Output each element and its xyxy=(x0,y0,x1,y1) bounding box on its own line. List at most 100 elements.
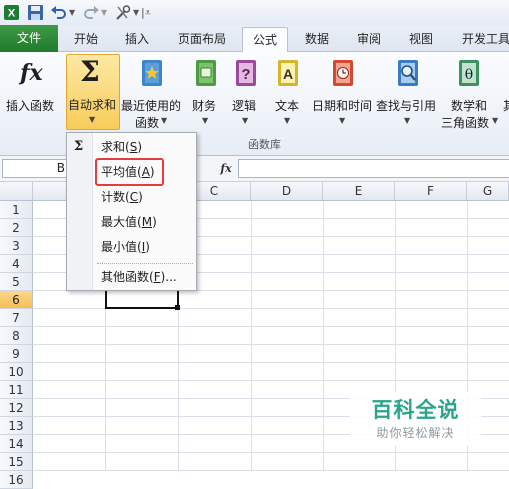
book-money-icon xyxy=(196,60,216,86)
math-trig-dropdown-icon: ▼ xyxy=(492,116,499,125)
math-trig-button[interactable]: θ 数学和 三角函数 ▼ xyxy=(440,56,498,132)
column-header-d[interactable]: D xyxy=(251,182,323,201)
count-shortcut: C xyxy=(129,190,139,204)
row-header-8[interactable]: 8 xyxy=(0,327,33,345)
svg-text:A: A xyxy=(283,66,293,82)
tab-view[interactable]: 视图 xyxy=(401,27,441,52)
gridline xyxy=(33,362,509,363)
save-icon[interactable] xyxy=(27,4,44,21)
gridline xyxy=(33,380,509,381)
financial-dropdown-icon: ▼ xyxy=(202,116,209,125)
menu-item-sum[interactable]: 求和(S) xyxy=(94,136,196,158)
text-button[interactable]: A 文本 ▼ xyxy=(270,56,306,132)
lookup-reference-button[interactable]: 查找与引用 ▼ xyxy=(376,56,440,132)
fill-handle[interactable] xyxy=(175,305,180,310)
recently-used-button[interactable]: 最近使用的 函数 ▼ xyxy=(121,56,183,132)
tools-dropdown-icon[interactable]: ▼ xyxy=(133,4,139,21)
autosum-button[interactable]: Σ 自动求和 ▼ xyxy=(66,54,120,130)
column-header-f[interactable]: F xyxy=(395,182,467,201)
tab-developer[interactable]: 开发工具 xyxy=(454,27,509,52)
math-trig-label-2: 三角函数 xyxy=(441,116,490,130)
more-functions-menu-label: 其他函数 xyxy=(101,270,150,284)
column-header-e[interactable]: E xyxy=(323,182,395,201)
ribbon-tab-bar: 文件 开始 插入 页面布局 公式 数据 审阅 视图 开发工具 xyxy=(0,25,509,53)
excel-icon[interactable]: X xyxy=(3,4,21,21)
insert-function-button[interactable]: fx 插入函数 xyxy=(2,56,60,132)
autosum-label: 自动求和 xyxy=(68,98,117,112)
autosum-dropdown-menu: Σ 求和(S) 平均值(A) 计数(C) 最大值(M) 最小值(I) 其他函数(… xyxy=(66,132,197,291)
more-functions-shortcut: F xyxy=(153,270,161,284)
row-header-10[interactable]: 10 xyxy=(0,363,33,381)
math-trig-label-1: 数学和 xyxy=(451,99,488,113)
row-header-3[interactable]: 3 xyxy=(0,237,33,255)
tab-file[interactable]: 文件 xyxy=(0,25,58,52)
sum-shortcut: S xyxy=(129,140,138,154)
tab-insert[interactable]: 插入 xyxy=(117,27,157,52)
financial-label: 财务 xyxy=(192,99,217,113)
watermark: 百科全说 助你轻松解决 xyxy=(350,392,481,446)
menu-item-max[interactable]: 最大值(M) xyxy=(94,211,196,233)
row-header-9[interactable]: 9 xyxy=(0,345,33,363)
book-text-icon: A xyxy=(278,60,298,86)
tab-formulas[interactable]: 公式 xyxy=(242,27,288,53)
formula-input[interactable] xyxy=(238,159,509,178)
logical-button[interactable]: ? 逻辑 ▼ xyxy=(229,56,263,132)
row-header-1[interactable]: 1 xyxy=(0,201,33,219)
sigma-icon: Σ xyxy=(80,55,100,88)
column-header-g[interactable]: G xyxy=(467,182,509,201)
autosum-dropdown-icon: ▼ xyxy=(89,115,96,124)
undo-icon[interactable] xyxy=(50,4,68,21)
recently-used-dropdown-icon: ▼ xyxy=(161,116,168,125)
row-header-14[interactable]: 14 xyxy=(0,435,33,453)
row-header-5[interactable]: 5 xyxy=(0,273,33,291)
row-header-11[interactable]: 11 xyxy=(0,381,33,399)
insert-function-fx-button[interactable]: fx xyxy=(214,159,238,178)
tab-home[interactable]: 开始 xyxy=(66,27,106,52)
count-label: 计数 xyxy=(101,190,126,204)
row-header-4[interactable]: 4 xyxy=(0,255,33,273)
book-theta-icon: θ xyxy=(459,60,479,86)
name-box[interactable]: B xyxy=(2,159,68,178)
more-functions-button[interactable]: 其 xyxy=(500,56,509,132)
selected-cell-b6[interactable] xyxy=(105,288,179,309)
tab-data[interactable]: 数据 xyxy=(297,27,337,52)
row-header-16[interactable]: 16 xyxy=(0,471,33,489)
row-header-13[interactable]: 13 xyxy=(0,417,33,435)
date-time-button[interactable]: 日期和时间 ▼ xyxy=(311,56,375,132)
sum-sigma-icon: Σ xyxy=(74,139,84,154)
gridline xyxy=(33,344,509,345)
recently-used-label-1: 最近使用的 xyxy=(121,99,182,113)
recently-used-label-2: 函数 xyxy=(135,116,160,130)
more-functions-label: 其 xyxy=(503,97,509,114)
fx-icon: fx xyxy=(20,60,43,86)
customize-qat-icon[interactable]: |⩡ xyxy=(141,4,151,21)
gridline xyxy=(323,201,324,471)
undo-dropdown-icon[interactable]: ▼ xyxy=(69,4,75,21)
book-clock-icon xyxy=(333,60,353,86)
row-header-12[interactable]: 12 xyxy=(0,399,33,417)
sum-label: 求和 xyxy=(101,140,126,154)
gridline xyxy=(251,201,252,471)
watermark-subtitle: 助你轻松解决 xyxy=(376,426,455,440)
row-header-15[interactable]: 15 xyxy=(0,453,33,471)
menu-item-count[interactable]: 计数(C) xyxy=(94,186,196,208)
tab-review[interactable]: 审阅 xyxy=(349,27,389,52)
text-dropdown-icon: ▼ xyxy=(284,116,291,125)
redo-icon[interactable] xyxy=(82,4,100,21)
tools-icon[interactable] xyxy=(114,4,132,21)
svg-text:X: X xyxy=(8,8,16,20)
book-star-icon xyxy=(142,60,162,86)
menu-item-min[interactable]: 最小值(I) xyxy=(94,236,196,258)
logical-dropdown-icon: ▼ xyxy=(242,116,249,125)
book-question-icon: ? xyxy=(236,60,256,86)
financial-button[interactable]: 财务 ▼ xyxy=(188,56,224,132)
tab-page-layout[interactable]: 页面布局 xyxy=(170,27,234,52)
svg-text:θ: θ xyxy=(465,67,473,83)
row-header-6[interactable]: 6 xyxy=(0,291,33,309)
select-all-corner[interactable] xyxy=(0,182,33,201)
redo-dropdown-icon[interactable]: ▼ xyxy=(101,4,107,21)
menu-item-more-functions[interactable]: 其他函数(F)... xyxy=(94,266,196,288)
row-header-2[interactable]: 2 xyxy=(0,219,33,237)
row-header-7[interactable]: 7 xyxy=(0,309,33,327)
date-time-dropdown-icon: ▼ xyxy=(339,116,346,125)
